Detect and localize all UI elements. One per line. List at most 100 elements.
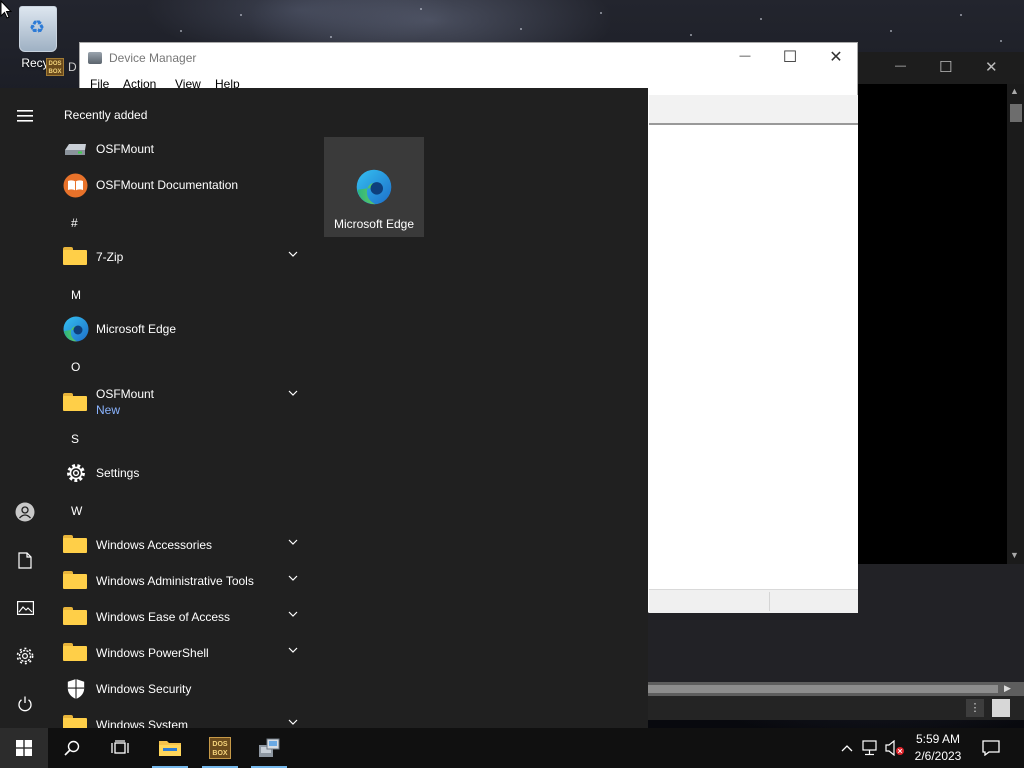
app-label: Windows Ease of Access bbox=[96, 610, 231, 624]
app-label: 7-Zip bbox=[96, 250, 124, 264]
app-item-windows-system[interactable]: Windows System bbox=[50, 707, 312, 728]
app-item-microsoft-edge[interactable]: Microsoft Edge bbox=[50, 311, 312, 347]
horizontal-scrollbar[interactable]: ▶ bbox=[648, 682, 1024, 696]
pinned-tile-microsoft-edge[interactable]: Microsoft Edge bbox=[324, 137, 424, 237]
action-center-button[interactable] bbox=[978, 728, 1004, 768]
app-item-windows-powershell[interactable]: Windows PowerShell bbox=[50, 635, 312, 671]
device-manager-titlebar[interactable]: Device Manager — ☐ ✕ bbox=[80, 43, 857, 73]
background-maximize-button[interactable]: ☐ bbox=[939, 58, 952, 76]
group-letter-m[interactable]: M bbox=[71, 288, 81, 302]
app-item-windows-administrative-tools[interactable]: Windows Administrative Tools bbox=[50, 563, 312, 599]
volume-tray-button[interactable] bbox=[884, 728, 906, 768]
chevron-down-icon bbox=[288, 611, 298, 617]
clock[interactable]: 5:59 AM 2/6/2023 bbox=[908, 731, 968, 765]
device-tree-pane[interactable] bbox=[649, 125, 858, 590]
show-hidden-icons-button[interactable] bbox=[838, 728, 856, 768]
background-minimize-button[interactable]: — bbox=[895, 60, 906, 72]
edge-icon bbox=[63, 316, 89, 342]
scroll-down-icon[interactable]: ▼ bbox=[1010, 550, 1019, 560]
app-label: Windows PowerShell bbox=[96, 646, 209, 660]
search-icon bbox=[64, 740, 80, 756]
settings-gear-icon[interactable] bbox=[13, 644, 37, 668]
dosbox-desktop-icon[interactable]: DOS BOX bbox=[46, 58, 64, 76]
network-tray-button[interactable] bbox=[860, 728, 882, 768]
chevron-down-icon bbox=[288, 251, 298, 257]
folder-icon bbox=[63, 393, 87, 411]
taskbar-file-explorer[interactable] bbox=[150, 728, 190, 768]
tile-label: Microsoft Edge bbox=[333, 217, 415, 231]
scroll-up-icon[interactable]: ▲ bbox=[1010, 86, 1019, 96]
documents-icon[interactable] bbox=[13, 548, 37, 572]
book-icon bbox=[63, 173, 88, 198]
app-item-windows-accessories[interactable]: Windows Accessories bbox=[50, 527, 312, 563]
pictures-icon[interactable] bbox=[13, 596, 37, 620]
volume-muted-icon bbox=[885, 740, 904, 756]
group-letter-s[interactable]: S bbox=[71, 432, 79, 446]
app-item-7zip[interactable]: 7-Zip bbox=[50, 239, 312, 275]
group-letter-w[interactable]: W bbox=[71, 504, 82, 518]
dosbox-desktop-label: D bbox=[68, 60, 77, 74]
hamburger-menu-icon[interactable] bbox=[13, 104, 37, 128]
shield-icon bbox=[67, 679, 85, 699]
dosbox-icon: DOS BOX bbox=[209, 737, 231, 759]
folder-icon bbox=[63, 643, 87, 661]
background-window-titlebar[interactable]: — ☐ ✕ bbox=[857, 52, 1024, 84]
search-button[interactable] bbox=[48, 728, 96, 768]
folder-icon bbox=[63, 715, 87, 728]
recently-added-heading: Recently added bbox=[64, 108, 148, 122]
app-label: OSFMount bbox=[96, 387, 155, 401]
chevron-down-icon bbox=[288, 719, 298, 725]
background-status-strip: ⋮ bbox=[648, 696, 1024, 720]
taskbar: DOS BOX 5:59 AM 2/6/2023 bbox=[0, 728, 1024, 768]
vertical-scrollbar[interactable]: ▲ ▼ bbox=[1007, 84, 1024, 564]
device-manager-icon bbox=[259, 738, 280, 757]
horizontal-scroll-thumb[interactable] bbox=[648, 685, 998, 693]
start-menu: Recently added OSFMount OSFMount Documen… bbox=[0, 88, 648, 728]
device-manager-icon bbox=[88, 52, 102, 64]
scroll-right-icon[interactable]: ▶ bbox=[1004, 683, 1011, 694]
user-icon[interactable] bbox=[13, 500, 37, 524]
folder-icon bbox=[63, 247, 87, 265]
app-label: Settings bbox=[96, 466, 140, 480]
close-button[interactable]: ✕ bbox=[821, 47, 851, 67]
chevron-up-icon bbox=[841, 745, 853, 752]
app-item-osfmount-folder[interactable]: OSFMount New bbox=[50, 383, 312, 423]
clock-time: 5:59 AM bbox=[915, 732, 961, 746]
task-view-button[interactable] bbox=[96, 728, 144, 768]
app-item-windows-security[interactable]: Windows Security bbox=[50, 671, 312, 707]
network-icon bbox=[862, 740, 877, 756]
chevron-down-icon bbox=[288, 575, 298, 581]
app-item-osfmount-documentation[interactable]: OSFMount Documentation bbox=[50, 167, 312, 203]
app-label: OSFMount bbox=[96, 142, 155, 156]
window-title: Device Manager bbox=[109, 51, 197, 65]
new-badge: New bbox=[96, 403, 121, 417]
app-item-settings[interactable]: Settings bbox=[50, 455, 312, 491]
app-label: Windows Administrative Tools bbox=[96, 574, 254, 588]
maximize-button[interactable]: ☐ bbox=[775, 47, 805, 67]
app-item-osfmount-recent[interactable]: OSFMount bbox=[50, 131, 312, 167]
background-close-button[interactable]: ✕ bbox=[985, 58, 998, 76]
app-label: OSFMount Documentation bbox=[96, 178, 239, 192]
start-button[interactable] bbox=[0, 728, 48, 768]
scroll-thumb[interactable] bbox=[1010, 104, 1022, 122]
view-preview-icon[interactable] bbox=[992, 699, 1010, 717]
taskbar-dosbox[interactable]: DOS BOX bbox=[200, 728, 240, 768]
power-icon[interactable] bbox=[13, 692, 37, 716]
app-label: Windows Accessories bbox=[96, 538, 213, 552]
background-window[interactable]: — ☐ ✕ ▲ ▼ bbox=[857, 52, 1024, 564]
taskbar-device-manager[interactable] bbox=[249, 728, 289, 768]
gear-icon bbox=[67, 464, 85, 482]
group-letter-o[interactable]: O bbox=[71, 360, 80, 374]
file-explorer-icon bbox=[159, 741, 181, 756]
minimize-button[interactable]: — bbox=[730, 50, 760, 62]
view-details-icon[interactable]: ⋮ bbox=[966, 699, 984, 717]
recycle-bin-icon bbox=[19, 6, 57, 52]
app-item-windows-ease-of-access[interactable]: Windows Ease of Access bbox=[50, 599, 312, 635]
chevron-down-icon bbox=[288, 390, 298, 396]
folder-icon bbox=[63, 607, 87, 625]
chevron-down-icon bbox=[288, 539, 298, 545]
edge-icon bbox=[356, 169, 392, 205]
app-list: Recently added OSFMount OSFMount Documen… bbox=[50, 88, 312, 728]
drive-icon bbox=[65, 144, 86, 155]
group-letter-hash[interactable]: # bbox=[71, 216, 78, 230]
